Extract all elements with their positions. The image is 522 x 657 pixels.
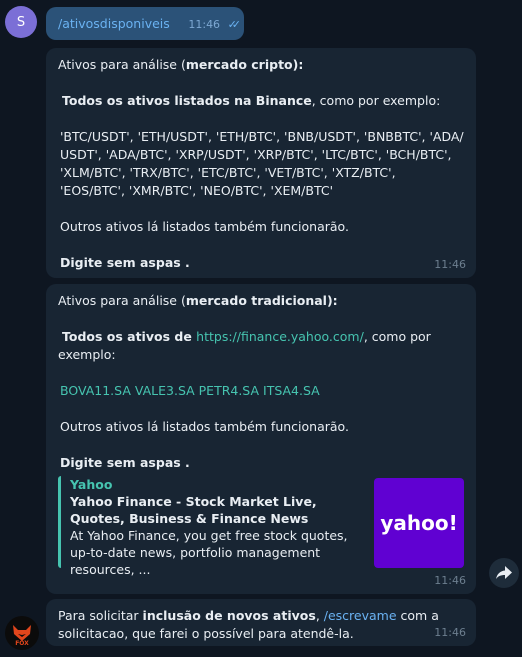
message-time: 11:46 (188, 18, 221, 31)
message-intro: Ativos para análise (mercado cripto): (58, 57, 304, 72)
share-arrow-icon (496, 566, 512, 579)
message-meta: 11:46 ✓✓ (188, 16, 242, 34)
message-time: 11:46 (434, 258, 466, 271)
message-time: 11:46 (434, 626, 466, 639)
message-all-assets: Todos os ativos listados na Binance, com… (61, 93, 441, 108)
double-check-icon: ✓✓ (227, 18, 242, 31)
avatar-letter: S (16, 14, 26, 30)
message-intro: Ativos para análise (mercado tradicional… (58, 293, 338, 308)
yahoo-logo[interactable]: yahoo! (374, 478, 464, 568)
asset-examples: BOVA11.SA VALE3.SA PETR4.SA ITSA4.SA (60, 383, 320, 398)
bot-avatar-label: FOX (15, 640, 29, 647)
message-traditional[interactable]: Ativos para análise (mercado tradicional… (46, 284, 476, 594)
command-text[interactable]: /ativosdisponiveis (58, 16, 170, 31)
asset-examples: 'BTC/USDT', 'ETH/USDT', 'ETH/BTC', 'BNB/… (60, 129, 464, 198)
user-avatar[interactable]: S (5, 6, 37, 38)
message-instruction: Digite sem aspas . (60, 255, 190, 270)
preview-description: At Yahoo Finance, you get free stock quo… (70, 528, 348, 577)
preview-title: Yahoo Finance - Stock Market Live, Quote… (70, 494, 317, 526)
link-preview[interactable]: Yahoo Yahoo Finance - Stock Market Live,… (58, 476, 464, 577)
message-others: Outros ativos lá listados também funcion… (60, 219, 349, 234)
outgoing-message[interactable]: /ativosdisponiveis 11:46 ✓✓ (46, 7, 244, 40)
escrevame-command[interactable]: /escrevame (324, 608, 397, 623)
message-others: Outros ativos lá listados também funcion… (60, 419, 349, 434)
message-text: Para solicitar inclusão de novos ativos,… (58, 608, 439, 641)
message-time: 11:46 (434, 574, 466, 587)
message-crypto[interactable]: Ativos para análise (mercado cripto): To… (46, 48, 476, 278)
message-instruction: Digite sem aspas . (60, 455, 190, 470)
message-all-assets: Todos os ativos de https://finance.yahoo… (58, 329, 431, 362)
yahoo-finance-link[interactable]: https://finance.yahoo.com/ (196, 329, 364, 344)
message-request[interactable]: Para solicitar inclusão de novos ativos,… (46, 599, 476, 646)
bot-avatar[interactable]: FOX (5, 616, 39, 650)
yahoo-logo-text: yahoo! (380, 510, 458, 535)
share-button[interactable] (489, 558, 519, 588)
